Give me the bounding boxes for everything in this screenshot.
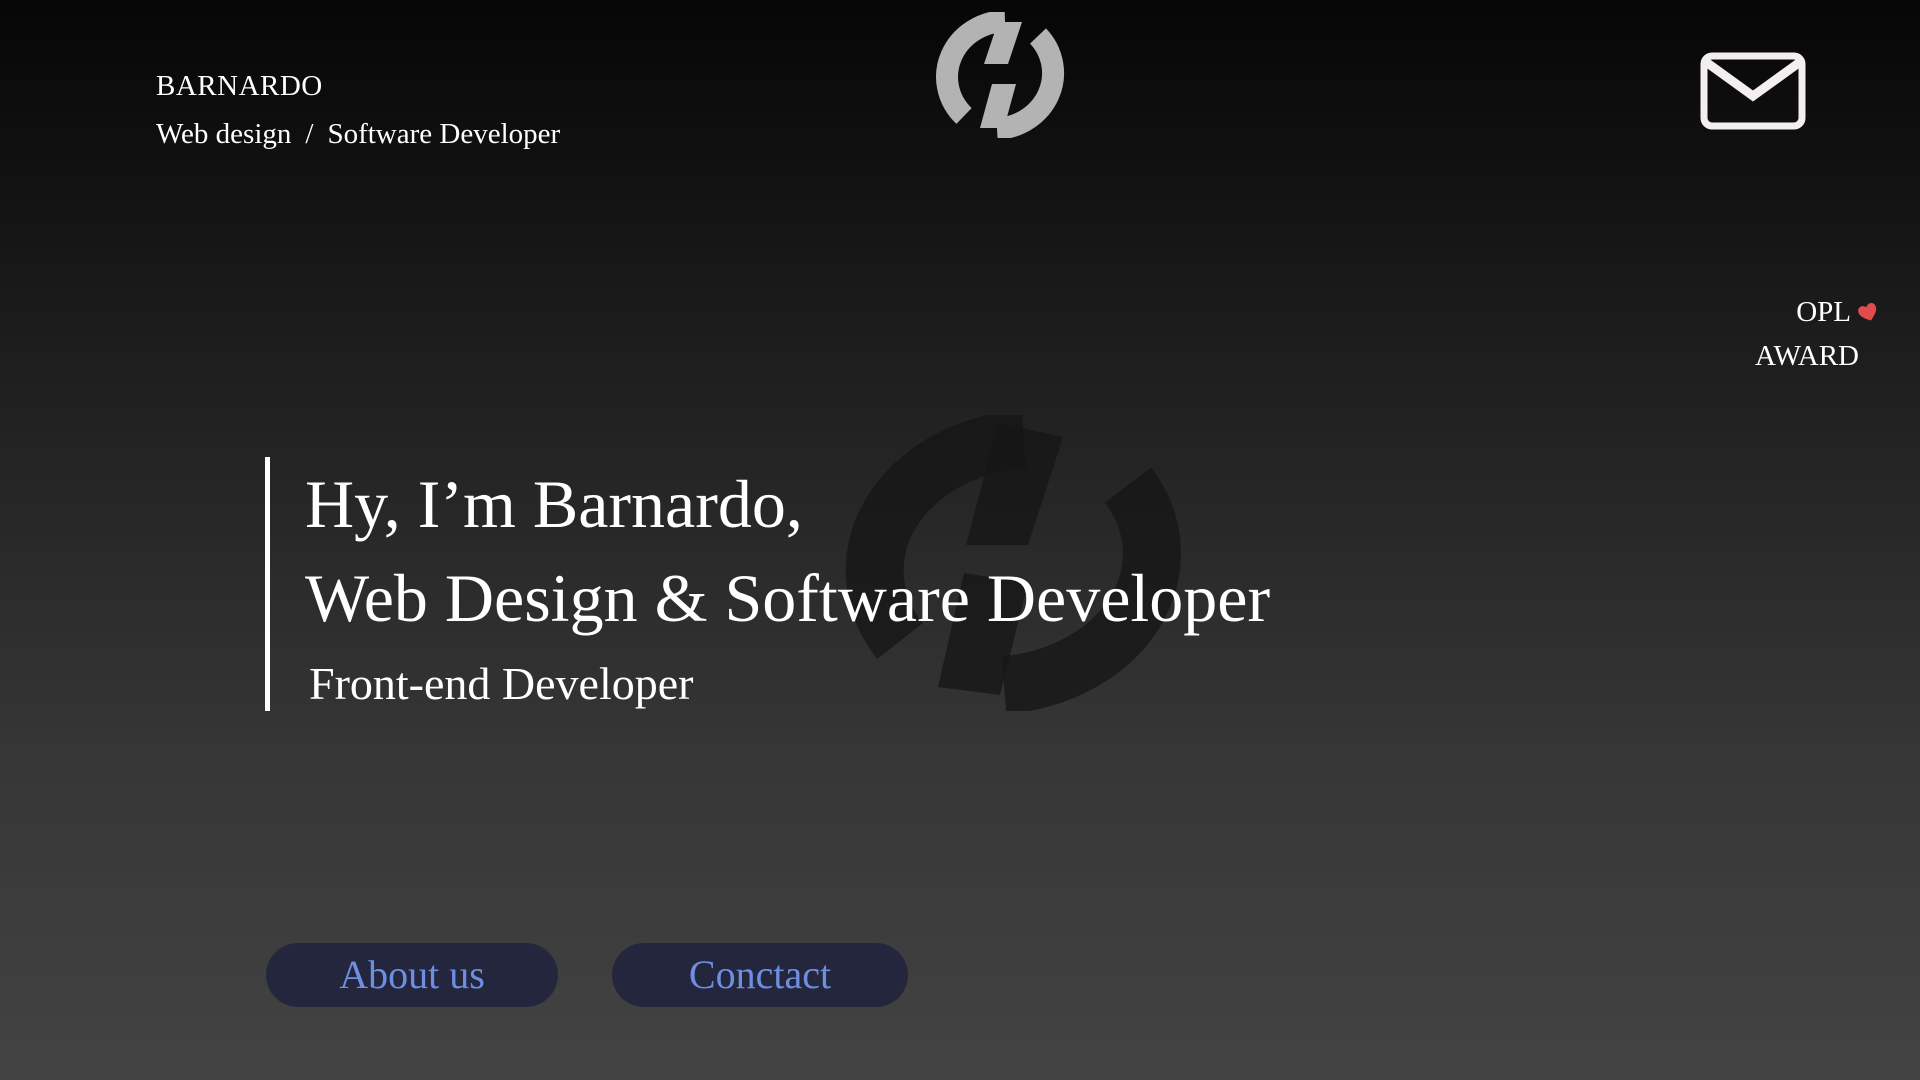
- award-badge[interactable]: OPL AWARD: [1754, 290, 1877, 378]
- mail-icon[interactable]: [1700, 52, 1806, 130]
- contact-button[interactable]: Conctact: [612, 943, 908, 1007]
- award-line-opl: OPL: [1755, 290, 1879, 334]
- role-separator: /: [305, 118, 314, 150]
- award-opl-text: OPL: [1796, 296, 1851, 328]
- hero-title: Web Design & Software Developer: [305, 560, 1271, 636]
- brand-name[interactable]: BARNARDO: [156, 68, 560, 104]
- brand-block: BARNARDO Web design / Software Developer: [156, 68, 560, 152]
- brand-roles: Web design / Software Developer: [156, 116, 560, 152]
- role-web-design: Web design: [156, 118, 292, 150]
- hero-section: Hy, I’m Barnardo, Web Design & Software …: [265, 457, 1270, 711]
- hero-greeting: Hy, I’m Barnardo,: [305, 466, 803, 542]
- brand-logo-icon[interactable]: [930, 12, 1072, 138]
- about-us-button[interactable]: About us: [266, 943, 558, 1007]
- hero-subtitle: Front-end Developer: [309, 658, 694, 709]
- heart-icon: [1858, 303, 1877, 321]
- award-line-award: AWARD: [1754, 340, 1859, 372]
- role-software-developer: Software Developer: [327, 118, 561, 150]
